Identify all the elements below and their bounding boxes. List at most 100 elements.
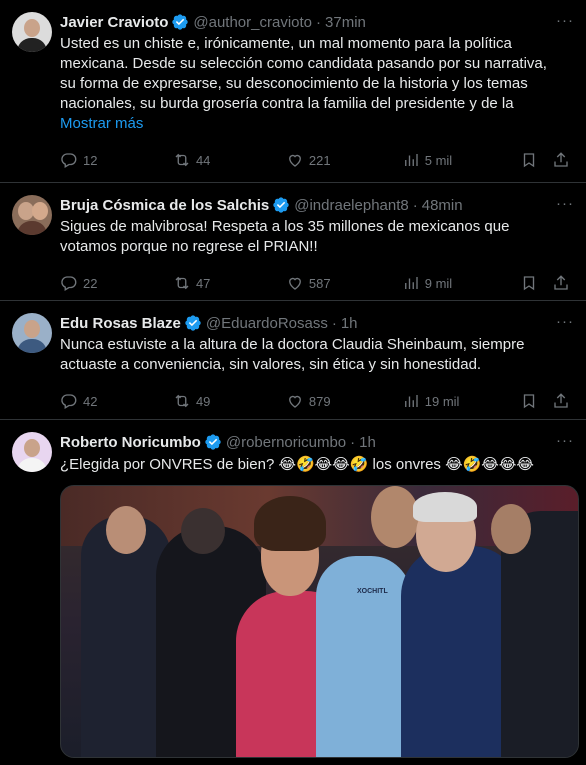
like-button[interactable]: 221 (286, 151, 402, 169)
reply-button[interactable]: 42 (60, 392, 173, 410)
more-icon[interactable]: ··· (556, 313, 574, 330)
verified-icon (205, 434, 221, 450)
separator-dot: · (316, 13, 322, 31)
text-line: mexicana. Desde su selección como candid… (60, 55, 547, 72)
views-count: 9 mil (424, 275, 453, 291)
text-line: Nunca estuviste a la altura de la doctor… (60, 336, 525, 353)
avatar[interactable] (12, 313, 52, 353)
reply-count: 42 (83, 393, 98, 409)
tweet-text: ¿Elegida por ONVRES de bien? 😂🤣😂😂🤣 los o… (60, 454, 570, 475)
text-line: nacionales, su burda grosería contra la … (60, 95, 514, 112)
retweet-button[interactable]: 49 (173, 392, 286, 410)
author-name[interactable]: Javier Cravioto (60, 14, 168, 31)
bookmark-button[interactable] (520, 274, 552, 292)
action-bar: 42 49 879 19 mil (60, 379, 570, 423)
timestamp[interactable]: 1h (359, 434, 376, 451)
separator-dot: · (412, 196, 418, 214)
tweet[interactable]: Bruja Cósmica de los Salchis @indraeleph… (0, 183, 586, 301)
like-count: 221 (308, 152, 331, 168)
timestamp[interactable]: 37min (325, 14, 366, 31)
author-handle[interactable]: @author_cravioto (193, 14, 312, 31)
author-name[interactable]: Roberto Noricumbo (60, 434, 201, 451)
author-handle[interactable]: @indraelephant8 (294, 197, 408, 214)
views-button[interactable]: 5 mil (402, 151, 520, 169)
views-icon (404, 277, 418, 289)
more-icon[interactable]: ··· (556, 12, 574, 29)
reply-button[interactable]: 22 (60, 274, 173, 292)
like-button[interactable]: 587 (286, 274, 402, 292)
text-line: actuaste a conveniencia, sin valores, si… (60, 356, 482, 373)
more-icon[interactable]: ··· (556, 432, 574, 449)
views-icon (404, 154, 418, 166)
reply-button[interactable]: 12 (60, 151, 173, 169)
views-button[interactable]: 9 mil (402, 274, 520, 292)
like-button[interactable]: 879 (286, 392, 402, 410)
bookmark-icon (523, 394, 534, 409)
reply-count: 22 (83, 275, 98, 291)
timeline-feed: Javier Cravioto @author_cravioto · 37min… (0, 0, 586, 765)
emoji-group: 😂🤣😂😂🤣 (278, 455, 369, 473)
show-more-link[interactable]: Mostrar más (60, 114, 570, 134)
tweet-text: Nunca estuviste a la altura de la doctor… (60, 335, 570, 375)
avatar[interactable] (12, 432, 52, 472)
emoji-group: 😂🤣😂😂😂 (445, 455, 534, 473)
views-button[interactable]: 19 mil (402, 392, 520, 410)
like-icon (288, 154, 301, 167)
tweet[interactable]: Edu Rosas Blaze @EduardoRosass · 1h ··· … (0, 301, 586, 420)
shirt-text: XOCHITL (357, 588, 388, 595)
tweet[interactable]: Roberto Noricumbo @robernoricumbo · 1h ·… (0, 420, 586, 765)
text-line: Sigues de malvibrosa! Respeta a los 35 m… (60, 218, 510, 235)
like-icon (288, 277, 301, 290)
avatar[interactable] (12, 195, 52, 235)
share-button[interactable] (552, 274, 570, 292)
tweet[interactable]: Javier Cravioto @author_cravioto · 37min… (0, 0, 586, 183)
verified-icon (273, 197, 289, 213)
bookmark-icon (523, 153, 534, 168)
author-name[interactable]: Bruja Cósmica de los Salchis (60, 197, 269, 214)
bookmark-button[interactable] (520, 151, 552, 169)
text-line: su forma de expresarse, su desconocimien… (60, 75, 528, 92)
share-icon (554, 393, 568, 408)
text-part: los onvres (368, 456, 446, 473)
like-icon (288, 395, 301, 408)
retweet-count: 44 (195, 152, 211, 168)
more-icon[interactable]: ··· (556, 195, 574, 212)
timestamp[interactable]: 48min (422, 197, 463, 214)
reply-icon (61, 394, 77, 409)
retweet-count: 49 (195, 393, 211, 409)
share-button[interactable] (552, 392, 570, 410)
tweet-photo[interactable]: XOCHITL (60, 485, 579, 758)
author-name[interactable]: Edu Rosas Blaze (60, 315, 181, 332)
views-count: 5 mil (424, 152, 453, 168)
share-icon (554, 275, 568, 290)
reply-icon (61, 153, 77, 168)
share-button[interactable] (552, 151, 570, 169)
like-count: 587 (308, 275, 331, 291)
text-line: votamos porque no regrese el PRIAN!! (60, 238, 318, 255)
verified-icon (172, 14, 189, 30)
retweet-icon (175, 394, 189, 408)
reply-icon (61, 276, 77, 291)
author-handle[interactable]: @robernoricumbo (226, 434, 346, 451)
tweet-text: Usted es un chiste e, irónicamente, un m… (60, 34, 570, 114)
separator-dot: · (350, 433, 356, 451)
retweet-button[interactable]: 44 (173, 151, 286, 169)
share-icon (554, 152, 568, 167)
timestamp[interactable]: 1h (341, 315, 358, 332)
retweet-icon (175, 153, 189, 167)
bookmark-button[interactable] (520, 392, 552, 410)
retweet-icon (175, 276, 189, 290)
action-bar: 12 44 221 5 mil (60, 138, 570, 182)
separator-dot: · (331, 314, 337, 332)
retweet-button[interactable]: 47 (173, 274, 286, 292)
bookmark-icon (523, 276, 534, 291)
views-count: 19 mil (424, 393, 460, 409)
reply-count: 12 (83, 152, 98, 168)
action-bar: 22 47 587 9 mil (60, 261, 570, 305)
verified-icon (185, 315, 201, 331)
tweet-text: Sigues de malvibrosa! Respeta a los 35 m… (60, 217, 570, 257)
avatar[interactable] (12, 12, 52, 52)
text-line: Usted es un chiste e, irónicamente, un m… (60, 35, 512, 52)
views-icon (404, 395, 418, 407)
author-handle[interactable]: @EduardoRosass (206, 315, 328, 332)
